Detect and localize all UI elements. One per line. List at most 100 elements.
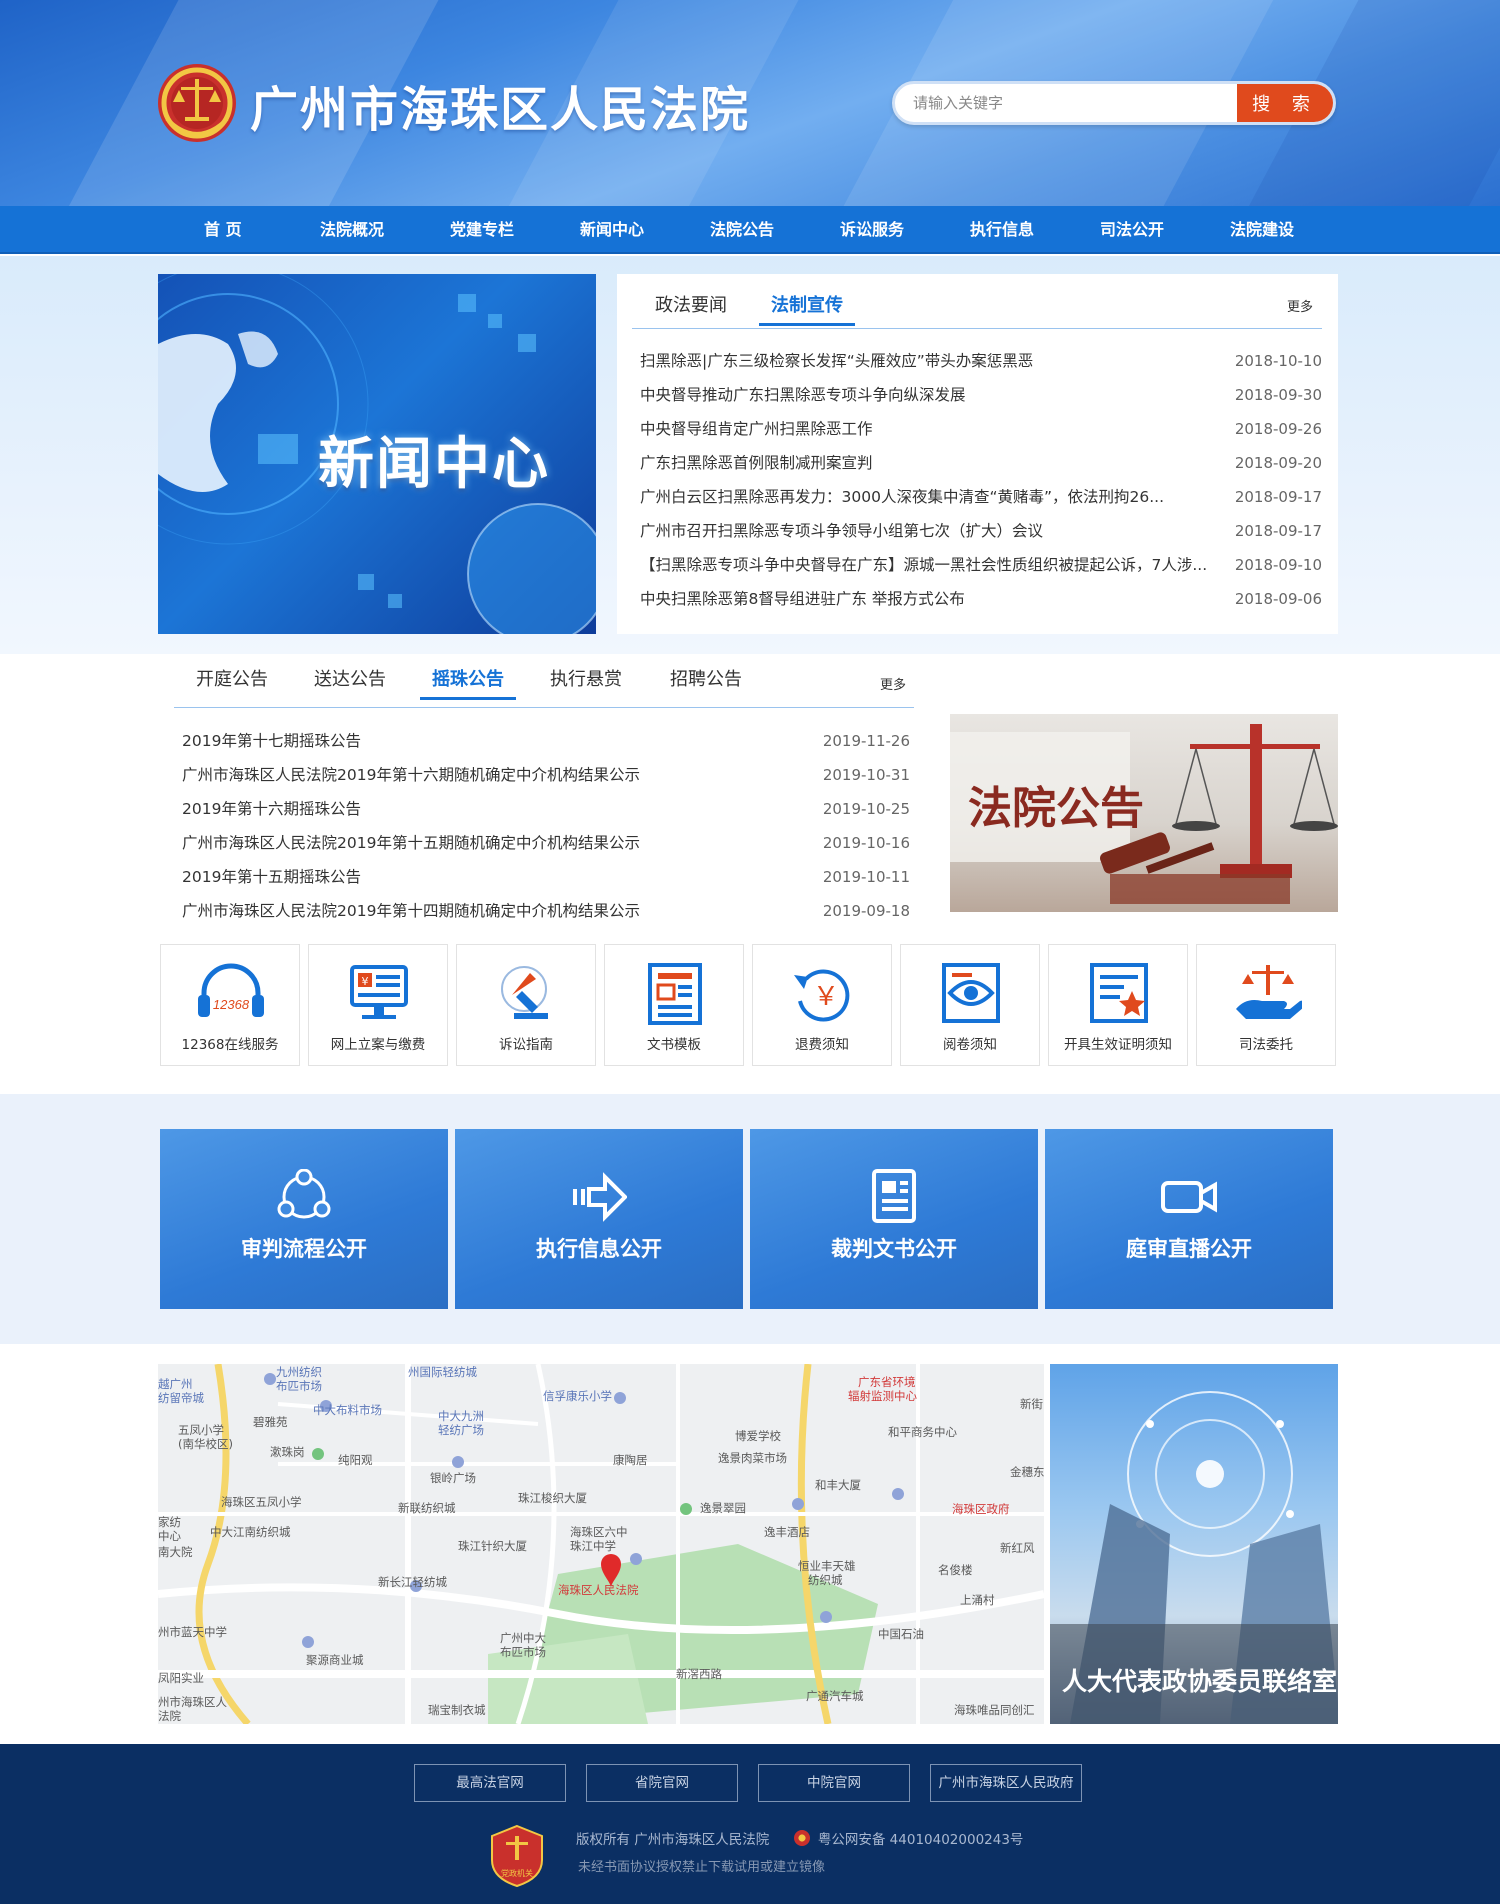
document-template-icon: [648, 963, 702, 1025]
disclaimer-text: 未经书面协议授权禁止下载试用或建立镜像: [578, 1860, 826, 1875]
npc-cppcc-liaison-banner[interactable]: 人大代表政协委员联络室: [1050, 1364, 1338, 1724]
arrow-icon: [573, 1172, 627, 1222]
footer: 最高法官网 省院官网 中院官网 广州市海珠区人民政府 党政机关 版权所有 广州市…: [0, 1744, 1500, 1904]
video-camera-icon: [1161, 1181, 1217, 1213]
list-item[interactable]: 中央督导推动广东扫黑除恶专项斗争向纵深发展 2018-09-30: [640, 378, 1322, 412]
process-icon: [277, 1169, 331, 1219]
link-intermediate-court[interactable]: 中院官网: [758, 1764, 910, 1802]
list-item[interactable]: 2019年第十六期摇珠公告 2019-10-25: [174, 792, 910, 826]
list-item[interactable]: 广州市海珠区人民法院2019年第十五期随机确定中介机构结果公示 2019-10-1…: [174, 826, 910, 860]
publicity-label: 审判流程公开: [241, 1237, 367, 1261]
refund-icon: ￥: [794, 969, 850, 1022]
service-label: 阅卷须知: [943, 1037, 997, 1053]
news-list: 扫黑除恶|广东三级检察长发挥“头雁效应”带头办案惩黑恶 2018-10-10 中央…: [640, 344, 1322, 616]
service-refund-notice[interactable]: ￥ 退费须知: [752, 944, 892, 1066]
tab-court-session-notice[interactable]: 开庭公告: [196, 660, 268, 700]
online-filing-icon: ¥: [350, 965, 408, 1019]
tab-lottery-notice[interactable]: 摇珠公告: [420, 660, 516, 700]
list-item[interactable]: 扫黑除恶|广东三级检察长发挥“头雁效应”带头办案惩黑恶 2018-10-10: [640, 344, 1322, 378]
news-more-link[interactable]: 更多: [1287, 296, 1313, 315]
service-label: 12368在线服务: [181, 1037, 279, 1053]
news-panel: 政法要闻 法制宣传 更多 扫黑除恶|广东三级检察长发挥“头雁效应”带头办案惩黑恶…: [617, 274, 1338, 634]
document-icon: [872, 1169, 916, 1223]
tab-divider: [174, 707, 914, 708]
tab-recruitment-notice[interactable]: 招聘公告: [670, 660, 742, 700]
svg-text:￥: ￥: [813, 982, 839, 1012]
file-review-icon: [942, 963, 1000, 1023]
list-item[interactable]: 广州市海珠区人民法院2019年第十六期随机确定中介机构结果公示 2019-10-3…: [174, 758, 910, 792]
news-banner-title: 新闻中心: [318, 432, 550, 497]
list-item[interactable]: 2019年第十五期摇珠公告 2019-10-11: [174, 860, 910, 894]
service-label: 司法委托: [1239, 1037, 1293, 1053]
tab-execution-reward[interactable]: 执行悬赏: [550, 660, 622, 700]
service-document-template[interactable]: 文书模板: [604, 944, 744, 1066]
nav-item-party-building[interactable]: 党建专栏: [450, 206, 514, 254]
contact-label: 人大代表政协委员联络室: [1062, 1667, 1338, 1696]
list-item[interactable]: 广州白云区扫黑除恶再发力：3000人深夜集中清查“黄赌毒”，依法刑拘26... 2…: [640, 480, 1322, 514]
list-item[interactable]: 广州市召开扫黑除恶专项斗争领导小组第七次（扩大）会议 2018-09-17: [640, 514, 1322, 548]
court-notice-banner-title: 法院公告: [968, 783, 1144, 834]
notice-more-link[interactable]: 更多: [880, 674, 906, 693]
copyright-text: 版权所有 广州市海珠区人民法院: [576, 1832, 770, 1848]
link-haizhu-government[interactable]: 广州市海珠区人民政府: [930, 1764, 1082, 1802]
service-label: 文书模板: [647, 1037, 701, 1053]
tab-legal-publicity[interactable]: 法制宣传: [759, 286, 855, 326]
nav-item-news-center[interactable]: 新闻中心: [580, 206, 644, 254]
judicial-entrust-icon: [1236, 965, 1302, 1019]
service-label: 开具生效证明须知: [1064, 1037, 1172, 1053]
news-center-banner[interactable]: 新闻中心: [158, 274, 596, 634]
link-supreme-court[interactable]: 最高法官网: [414, 1764, 566, 1802]
list-item[interactable]: 中央扫黑除恶第8督导组进驻广东 举报方式公布 2018-09-06: [640, 582, 1322, 616]
guide-icon: [501, 966, 548, 1019]
service-file-review[interactable]: 阅卷须知: [900, 944, 1040, 1066]
certificate-icon: [1090, 963, 1148, 1023]
list-item[interactable]: 2019年第十七期摇珠公告 2019-11-26: [174, 724, 910, 758]
publicity-label: 裁判文书公开: [831, 1237, 957, 1261]
court-notice-banner[interactable]: 法院公告: [950, 714, 1338, 912]
service-judicial-entrust[interactable]: 司法委托: [1196, 944, 1336, 1066]
service-certificate-notice[interactable]: 开具生效证明须知: [1048, 944, 1188, 1066]
court-map-label: 海珠区人民法院: [558, 1583, 639, 1597]
court-emblem-logo: [158, 64, 236, 142]
headset-icon: 12368: [198, 963, 264, 1017]
publicity-label: 庭审直播公开: [1126, 1237, 1252, 1261]
publicity-trial-live[interactable]: 庭审直播公开: [1045, 1129, 1333, 1309]
nav-item-litigation-services[interactable]: 诉讼服务: [840, 206, 904, 254]
tab-divider: [632, 328, 1322, 329]
publicity-execution-info[interactable]: 执行信息公开: [455, 1129, 743, 1309]
search-button[interactable]: 搜 索: [1237, 84, 1333, 122]
police-record-text[interactable]: 粤公网安备 44010402000243号: [818, 1832, 1024, 1848]
publicity-judgment-documents[interactable]: 裁判文书公开: [750, 1129, 1038, 1309]
government-badge-icon: 党政机关: [491, 1824, 543, 1888]
svg-text:党政机关: 党政机关: [501, 1868, 533, 1878]
nav-item-court-overview[interactable]: 法院概况: [320, 206, 384, 254]
notice-list: 2019年第十七期摇珠公告 2019-11-26 广州市海珠区人民法院2019年第…: [174, 724, 910, 928]
list-item[interactable]: 广州市海珠区人民法院2019年第十四期随机确定中介机构结果公示 2019-09-1…: [174, 894, 910, 928]
nav-item-home[interactable]: 首 页: [204, 206, 242, 254]
publicity-label: 执行信息公开: [536, 1237, 662, 1261]
list-item[interactable]: 中央督导组肯定广州扫黑除恶工作 2018-09-26: [640, 412, 1322, 446]
svg-text:12368: 12368: [213, 997, 250, 1012]
police-badge-icon: [793, 1830, 810, 1846]
contact-caption-bar: 人大代表政协委员联络室: [1050, 1624, 1338, 1724]
copyright-line: 版权所有 广州市海珠区人民法院 粤公网安备 44010402000243号: [576, 1828, 1023, 1848]
search-bar: 搜 索: [892, 81, 1336, 125]
link-provincial-court[interactable]: 省院官网: [586, 1764, 738, 1802]
list-item[interactable]: 广东扫黑除恶首例限制减刑案宣判 2018-09-20: [640, 446, 1322, 480]
publicity-trial-process[interactable]: 审判流程公开: [160, 1129, 448, 1309]
site-title: 广州市海珠区人民法院: [250, 82, 751, 138]
list-item[interactable]: 【扫黑除恶专项斗争中央督导在广东】源城一黑社会性质组织被提起公诉，7人涉... 2…: [640, 548, 1322, 582]
court-location-map[interactable]: 九州纺织 布匹市场 州国际轻纺城 越广州 纺留帝城 中大布料市场 中大九洲 轻纺…: [158, 1364, 1044, 1724]
service-online-filing[interactable]: ¥ 网上立案与缴费: [308, 944, 448, 1066]
nav-item-court-construction[interactable]: 法院建设: [1230, 206, 1294, 254]
service-12368-online[interactable]: 12368 12368在线服务: [160, 944, 300, 1066]
service-label: 退费须知: [795, 1037, 849, 1053]
search-input[interactable]: [913, 84, 1233, 122]
service-litigation-guide[interactable]: 诉讼指南: [456, 944, 596, 1066]
nav-item-judicial-openness[interactable]: 司法公开: [1100, 206, 1164, 254]
tab-politics-law-news[interactable]: 政法要闻: [655, 286, 727, 326]
tab-service-notice[interactable]: 送达公告: [314, 660, 386, 700]
main-nav: 首 页 法院概况 党建专栏 新闻中心 法院公告 诉讼服务 执行信息 司法公开 法…: [0, 206, 1500, 254]
nav-item-court-notices[interactable]: 法院公告: [710, 206, 774, 254]
nav-item-execution-info[interactable]: 执行信息: [970, 206, 1034, 254]
